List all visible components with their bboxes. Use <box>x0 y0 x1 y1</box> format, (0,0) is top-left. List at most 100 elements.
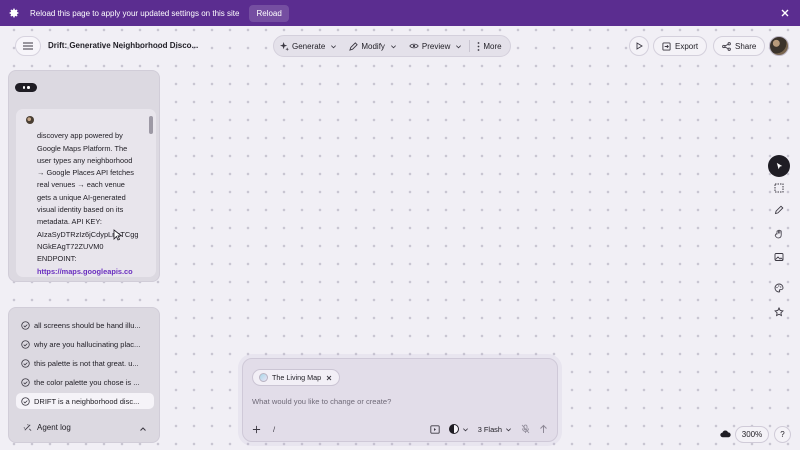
dashed-square-icon <box>774 183 784 193</box>
modify-label: Modify <box>361 41 385 51</box>
history-item-label: all screens should be hand illu... <box>34 320 141 330</box>
export-icon <box>662 41 671 51</box>
prompt-message: discovery app powered by Google Maps Pla… <box>16 109 156 277</box>
cloud-sync-icon[interactable] <box>720 430 731 438</box>
prompt-body: discovery app powered by Google Maps Pla… <box>37 131 139 264</box>
palette-icon <box>774 283 784 293</box>
pen-icon <box>349 41 359 51</box>
settings-gear-icon <box>8 7 20 19</box>
plus-icon[interactable] <box>252 425 261 434</box>
sparkle-icon <box>280 41 289 51</box>
history-item-label: this palette is not that great. u... <box>34 358 139 368</box>
favorites-tool[interactable] <box>768 301 790 323</box>
image-icon <box>774 253 784 261</box>
chevron-down-icon <box>331 44 337 48</box>
export-button[interactable]: Export <box>653 36 708 56</box>
play-icon <box>636 42 643 50</box>
model-selector[interactable]: 3 Flash <box>478 425 512 434</box>
history-item[interactable]: all screens should be hand illu... <box>16 317 154 333</box>
project-title[interactable]: Drift: Generative Neighborhood Disco... <box>48 41 198 50</box>
hand-icon <box>774 229 782 239</box>
eye-icon <box>409 43 419 49</box>
composer-right-actions: 3 Flash <box>430 422 548 436</box>
reload-button[interactable]: Reload <box>249 4 289 22</box>
pointer-icon <box>776 162 782 169</box>
slash-commands-button[interactable]: / <box>273 425 275 434</box>
history-item[interactable]: the color palette you chose is ... <box>16 374 154 390</box>
microphone-off-icon[interactable] <box>521 424 530 434</box>
history-item-label: DRIFT is a neighborhood disc... <box>34 396 140 406</box>
banner-message: Reload this page to apply your updated s… <box>30 8 240 18</box>
preview-label: Preview <box>421 41 451 51</box>
palette-tool[interactable] <box>768 277 790 299</box>
draw-tool[interactable] <box>768 199 790 221</box>
chevron-down-icon <box>506 427 511 431</box>
reload-banner: Reload this page to apply your updated s… <box>0 0 800 26</box>
theme-selector[interactable] <box>448 424 469 434</box>
prompt-scrollbar[interactable] <box>149 116 153 134</box>
toolbar-divider <box>469 40 471 52</box>
canvas-tool-rail <box>768 155 790 325</box>
frame-tool[interactable] <box>768 177 790 199</box>
chat-composer: The Living Map What would you like to ch… <box>242 358 558 442</box>
more-label: More <box>483 41 502 51</box>
send-arrow-icon[interactable] <box>539 424 548 434</box>
vertical-dots-icon <box>477 41 480 51</box>
check-circle-icon <box>21 320 30 330</box>
generate-menu[interactable]: Generate <box>274 41 343 51</box>
options-dots-button[interactable] <box>15 83 37 92</box>
chevron-down-icon <box>456 44 462 48</box>
image-tool[interactable] <box>768 246 790 268</box>
composer-actions: / 3 Flash <box>252 422 548 436</box>
zoom-level[interactable]: 300% <box>735 426 769 443</box>
chevron-down-icon <box>390 44 396 48</box>
history-item-label: why are you hallucinating plac... <box>34 339 141 349</box>
share-icon <box>722 41 731 51</box>
run-button[interactable] <box>629 36 649 56</box>
select-tool[interactable] <box>768 155 790 177</box>
history-item-active[interactable]: DRIFT is a neighborhood disc... <box>16 393 154 409</box>
help-button[interactable]: ? <box>774 426 791 443</box>
context-chip-label: The Living Map <box>272 373 322 382</box>
star-icon <box>774 307 784 317</box>
history-item-label: the color palette you chose is ... <box>34 377 140 387</box>
history-panel: all screens should be hand illu... why a… <box>8 307 160 443</box>
main-toolbar: Generate Modify Preview More <box>273 35 511 57</box>
chevron-down-icon <box>462 427 468 431</box>
pan-tool[interactable] <box>768 223 790 245</box>
hamburger-icon <box>23 42 33 50</box>
chevron-up-icon[interactable] <box>139 425 147 433</box>
user-avatar[interactable] <box>769 36 789 56</box>
mouse-cursor-icon <box>113 229 123 241</box>
agent-log-toggle[interactable]: Agent log <box>23 423 71 432</box>
check-circle-icon <box>21 339 30 349</box>
check-circle-icon <box>21 396 30 406</box>
check-circle-icon <box>21 358 30 368</box>
prompt-input[interactable]: What would you like to change or create? <box>252 397 391 406</box>
user-avatar-small <box>26 116 34 124</box>
more-menu[interactable]: More <box>471 42 507 51</box>
screen-capture-icon[interactable] <box>430 424 440 434</box>
share-label: Share <box>735 41 757 51</box>
theme-toggle-icon <box>448 424 459 434</box>
close-icon[interactable] <box>325 374 333 382</box>
share-button[interactable]: Share <box>713 36 766 56</box>
context-chip[interactable]: The Living Map <box>252 369 341 386</box>
history-item[interactable]: why are you hallucinating plac... <box>16 336 154 352</box>
history-item[interactable]: this palette is not that great. u... <box>16 355 154 371</box>
prompt-panel: discovery app powered by Google Maps Pla… <box>8 70 160 282</box>
modify-menu[interactable]: Modify <box>343 42 403 51</box>
agent-log-label: Agent log <box>37 423 71 432</box>
prompt-text: discovery app powered by Google Maps Pla… <box>37 118 147 277</box>
preview-menu[interactable]: Preview <box>403 42 468 51</box>
endpoint-link[interactable]: https://maps.googleapis.co m/maps/api/pl… <box>37 267 133 277</box>
screen-thumbnail-icon <box>259 373 268 382</box>
export-label: Export <box>675 41 699 51</box>
pencil-icon <box>774 205 784 215</box>
model-label: 3 Flash <box>477 424 502 434</box>
generate-label: Generate <box>292 41 326 51</box>
menu-button[interactable] <box>15 36 41 56</box>
close-banner-icon[interactable] <box>779 7 791 19</box>
check-circle-icon <box>21 377 30 387</box>
agent-icon <box>23 424 32 431</box>
